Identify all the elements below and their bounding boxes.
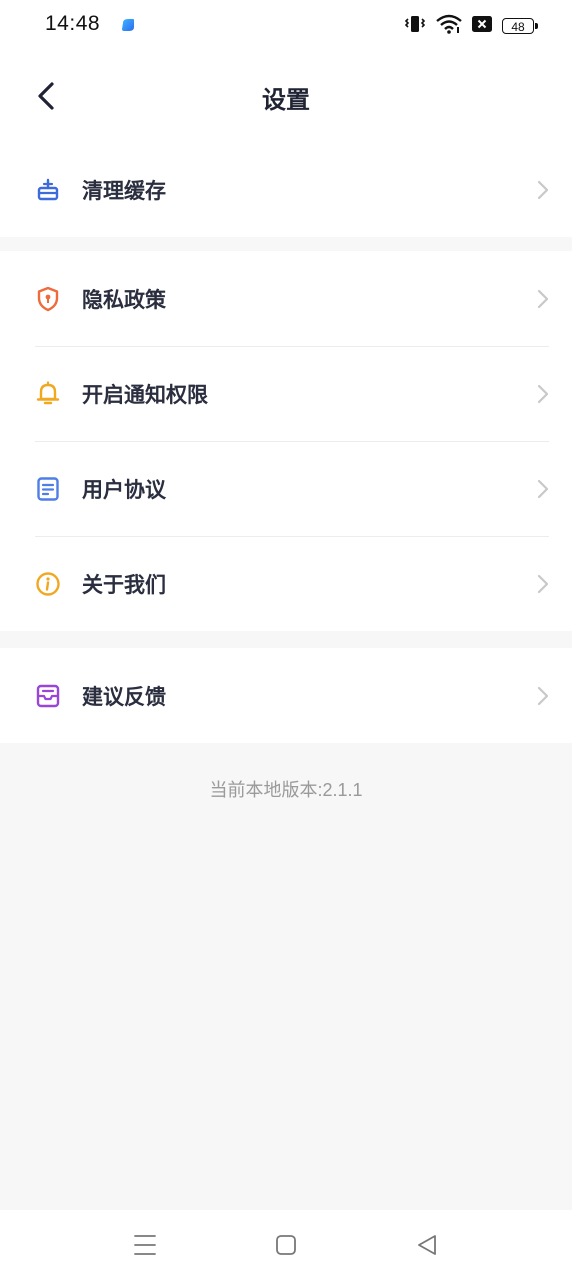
settings-group-feedback: 建议反馈: [0, 648, 572, 743]
battery-icon: 48: [502, 18, 538, 34]
privacy-policy-label: 隐私政策: [82, 287, 166, 312]
document-icon: [35, 476, 61, 502]
shield-icon: [35, 286, 61, 312]
no-sim-icon: [472, 15, 492, 37]
chevron-right-icon: [536, 384, 550, 404]
settings-group-info: 隐私政策 开启通知权限 用户协议 关于我们: [0, 251, 572, 631]
status-time: 14:48: [45, 12, 101, 35]
chevron-right-icon: [536, 574, 550, 594]
about-us-label: 关于我们: [82, 572, 166, 597]
feedback-label: 建议反馈: [82, 684, 166, 709]
wifi-icon: [436, 14, 462, 38]
version-text: 当前本地版本:2.1.1: [209, 780, 363, 800]
notification-permission-label: 开启通知权限: [82, 382, 208, 407]
inbox-icon: [35, 683, 61, 709]
app-notification-icon: [120, 17, 136, 33]
home-icon[interactable]: [273, 1232, 299, 1258]
info-icon: [35, 571, 61, 597]
chevron-right-icon: [536, 180, 550, 200]
page-title: 设置: [262, 86, 310, 114]
chevron-right-icon: [536, 479, 550, 499]
clear-cache-label: 清理缓存: [82, 178, 166, 203]
bell-icon: [35, 380, 61, 407]
system-nav-bar: [0, 1210, 572, 1280]
notification-permission-row[interactable]: 开启通知权限: [0, 346, 572, 441]
chevron-right-icon: [536, 289, 550, 309]
back-triangle-icon[interactable]: [414, 1232, 440, 1258]
user-agreement-row[interactable]: 用户协议: [0, 441, 572, 536]
about-us-row[interactable]: 关于我们: [0, 536, 572, 631]
status-bar: 14:48 48: [0, 0, 572, 52]
clear-cache-row[interactable]: 清理缓存: [0, 142, 572, 237]
vibrate-icon: [404, 14, 426, 38]
header: 设置: [0, 52, 572, 142]
chevron-right-icon: [536, 686, 550, 706]
feedback-row[interactable]: 建议反馈: [0, 648, 572, 743]
privacy-policy-row[interactable]: 隐私政策: [0, 251, 572, 346]
user-agreement-label: 用户协议: [82, 477, 166, 502]
broom-icon: [35, 177, 61, 203]
menu-icon[interactable]: [132, 1232, 158, 1258]
settings-group-storage: 清理缓存: [0, 142, 572, 237]
status-icons: 48: [404, 14, 538, 38]
